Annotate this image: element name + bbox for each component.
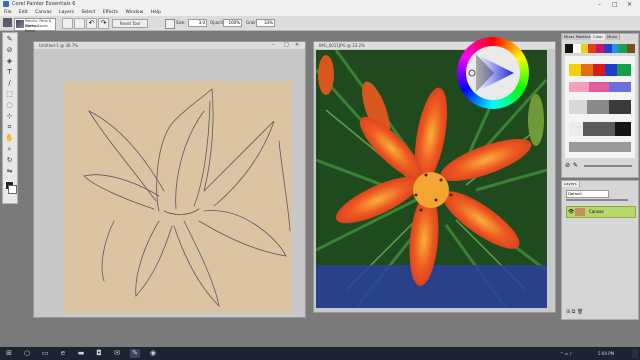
brush-library-button[interactable] [62, 18, 73, 29]
grabber-tool-icon[interactable]: ✋ [5, 134, 14, 143]
crop-tool-icon[interactable]: ⌗ [5, 123, 14, 132]
layer-thumbnail [575, 208, 585, 216]
mail-icon[interactable]: ✉ [112, 349, 122, 358]
magnifier-tool-icon[interactable]: ⌕ [5, 145, 14, 154]
menu-window[interactable]: Window [126, 10, 144, 15]
brush-selector[interactable]: Pencils: Pens & Markers Grainy Cover Pen… [14, 18, 56, 33]
start-icon[interactable]: ⊞ [4, 349, 14, 358]
layer-composite-method[interactable]: Default [566, 190, 609, 198]
file-explorer-icon[interactable]: ▬ [76, 349, 86, 358]
text-tool-icon[interactable]: T [5, 68, 14, 77]
lasso-tool-icon[interactable]: ◌ [5, 101, 14, 110]
size-label: Size: [176, 20, 186, 25]
title-bar: Corel Painter Essentials 6 – □ ✕ [0, 0, 640, 9]
clock[interactable]: 5:04 PM [598, 347, 614, 360]
brush-tool-icon[interactable]: ✎ [5, 35, 14, 44]
app-icon [3, 1, 9, 7]
additional-color-swatch[interactable] [8, 185, 17, 194]
property-bar: Pencils: Pens & Markers Grainy Cover Pen… [0, 16, 640, 33]
brush-variant: Grainy Cover Pencil [25, 24, 48, 33]
menu-select[interactable]: Select [81, 10, 95, 15]
shape-tool-icon[interactable]: ∕ [5, 79, 14, 88]
notifications-icon[interactable] [632, 349, 638, 358]
menu-bar: File Edit Canvas Layers Select Effects W… [0, 9, 640, 16]
toolbox: ✎ ⊘ ◈ T ∕ ⬚ ◌ ⊹ ⌗ ✋ ⌕ ↻ ⇋ [2, 32, 18, 204]
mixer-paint-strokes [565, 56, 635, 158]
search-icon[interactable]: ○ [22, 349, 32, 358]
menu-file[interactable]: File [4, 10, 12, 15]
menu-edit[interactable]: Edit [19, 10, 28, 15]
layer-row-canvas[interactable]: 👁 Canvas [566, 206, 636, 218]
layer-opacity-slider[interactable] [566, 199, 628, 201]
layer-name: Canvas [589, 209, 604, 214]
size-field[interactable]: 3.0 [188, 19, 207, 27]
selection-tool-icon[interactable]: ⬚ [5, 90, 14, 99]
doc-close-icon[interactable]: ✕ [295, 42, 299, 49]
mixer-panel: Mixer Palettes Color Mixer ⊘ ✎ [561, 33, 639, 178]
photo-document-title: IMG_0011JPG @ 33.2% [319, 43, 365, 48]
tab-mixer-palettes[interactable]: Mixer Palettes [562, 34, 594, 40]
sketch-document-window: Untitled-1 @ 36.7% – □ ✕ [33, 41, 306, 318]
layer-actions: ⊞ ⧉ 🗑 [566, 309, 634, 316]
minimize-icon[interactable]: – [598, 0, 601, 9]
doc-maximize-icon[interactable]: □ [284, 42, 289, 49]
task-view-icon[interactable]: ▭ [40, 349, 50, 358]
layer-visibility-icon[interactable]: 👁 [568, 208, 574, 216]
rotate-page-icon[interactable]: ↻ [5, 156, 14, 165]
edge-icon[interactable]: e [58, 349, 68, 358]
layers-panel: Layers Default 👁 Canvas ⊞ ⧉ 🗑 [561, 180, 639, 320]
dropper-tool-icon[interactable]: ⊘ [5, 46, 14, 55]
app-taskbar-icon[interactable]: ◉ [148, 349, 158, 358]
color-wheel[interactable] [457, 37, 529, 109]
tab-mixer[interactable]: Mixer [605, 34, 621, 40]
save-icon[interactable] [74, 18, 85, 29]
menu-canvas[interactable]: Canvas [35, 10, 52, 15]
sketch-document-title: Untitled-1 @ 36.7% [39, 43, 79, 48]
fill-tool-icon[interactable]: ◈ [5, 57, 14, 66]
store-icon[interactable]: ◘ [94, 349, 104, 358]
mirror-tool-icon[interactable]: ⇋ [5, 167, 14, 176]
lily-sketch [83, 88, 291, 308]
app-title: Corel Painter Essentials 6 [12, 1, 76, 7]
new-layer-icon[interactable]: ⊞ [566, 309, 570, 315]
brush-ghost-icon[interactable] [165, 19, 175, 29]
tab-color[interactable]: Color [591, 34, 606, 40]
menu-help[interactable]: Help [151, 10, 161, 15]
menu-layers[interactable]: Layers [59, 10, 74, 15]
opacity-field[interactable]: 100% [223, 19, 242, 27]
sketch-document-titlebar[interactable]: Untitled-1 @ 36.7% – □ ✕ [34, 42, 305, 49]
reset-tool-button[interactable]: Reset Tool [112, 19, 148, 28]
transform-tool-icon[interactable]: ⊹ [5, 112, 14, 121]
menu-effects[interactable]: Effects [103, 10, 118, 15]
mixer-pad[interactable] [565, 56, 635, 158]
drawing-canvas[interactable] [64, 81, 292, 313]
layers-panel-title[interactable]: Layers [562, 181, 580, 187]
grain-field[interactable]: 33% [256, 19, 275, 27]
delete-layer-icon[interactable]: 🗑 [577, 309, 583, 315]
taskbar: ⊞ ○ ▭ e ▬ ◘ ✉ ✎ ◉ ⌃ ▭ ♪ 5:04 PM [0, 347, 640, 360]
undo-icon[interactable]: ↶ [86, 18, 97, 29]
mixer-zoom-slider[interactable] [584, 165, 632, 167]
close-icon[interactable]: ✕ [627, 0, 632, 9]
brush-dab-icon [16, 20, 24, 28]
brush-selector-icon[interactable] [3, 18, 12, 27]
mixer-dropper-icon[interactable]: ⊘ [565, 162, 571, 170]
painter-taskbar-icon[interactable]: ✎ [130, 349, 140, 358]
maximize-icon[interactable]: □ [612, 0, 618, 9]
tray-icons[interactable]: ⌃ ▭ ♪ [560, 347, 572, 360]
layer-group-icon[interactable]: ⧉ [572, 309, 576, 315]
doc-minimize-icon[interactable]: – [272, 42, 275, 49]
saturation-triangle[interactable] [466, 46, 520, 100]
redo-icon[interactable]: ↷ [98, 18, 109, 29]
mixer-color-row[interactable] [565, 44, 636, 53]
color-wheel-center [466, 46, 520, 100]
mixer-brush-icon[interactable]: ✎ [573, 162, 579, 170]
